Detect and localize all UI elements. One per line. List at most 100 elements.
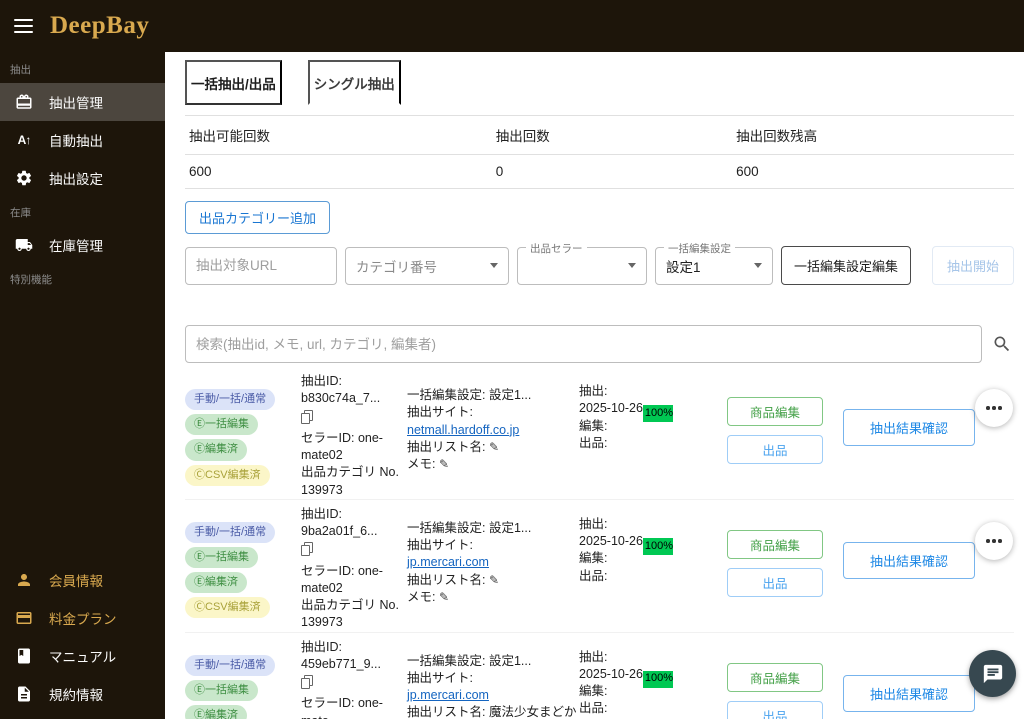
row-action-cell: 商品編集 出品 <box>727 633 823 719</box>
memo-label: メモ: <box>407 457 436 471</box>
edit-memo-icon[interactable]: ✎ <box>439 457 449 471</box>
sidebar-section-inventory: 在庫 <box>10 207 31 219</box>
sidebar-item-auto-extract[interactable]: A↑ 自動抽出 <box>0 121 165 159</box>
credit-card-icon <box>14 608 34 628</box>
list-name-label: 抽出リスト名: <box>407 705 486 719</box>
extract-site-link[interactable]: netmall.hardoff.co.jp <box>407 423 519 437</box>
status-badge: Ⓔ編集済 <box>185 704 247 719</box>
sidebar-item-label: 自動抽出 <box>49 134 103 149</box>
edit-date-label: 編集: <box>579 684 608 698</box>
search-icon[interactable] <box>990 332 1014 356</box>
row-detail-cell: 一括編集設定: 設定1... 抽出サイト: jp.mercari.com 抽出リ… <box>407 633 579 719</box>
seller-select[interactable]: 出品セラー <box>517 240 647 285</box>
result-confirm-button[interactable]: 抽出結果確認 <box>843 541 975 579</box>
row-confirm-cell: 抽出結果確認 <box>843 500 975 632</box>
product-edit-button[interactable]: 商品編集 <box>727 662 823 692</box>
sidebar-item-terms[interactable]: 規約情報 <box>0 675 165 713</box>
tab-bar: 一括抽出/出品 シングル抽出 <box>185 60 1014 105</box>
add-category-button[interactable]: 出品カテゴリー追加 <box>185 201 331 234</box>
sidebar-item-member-info[interactable]: 会員情報 <box>0 561 165 599</box>
extract-site-link[interactable]: jp.mercari.com <box>407 555 489 569</box>
giftcard-icon <box>14 92 34 112</box>
sidebar-item-label: 規約情報 <box>49 688 103 703</box>
copy-icon[interactable] <box>301 542 313 557</box>
row-more-cell <box>975 500 1024 632</box>
row-badges: 手動/一括/通常 Ⓔ一括編集 Ⓔ編集済 ⒸCSV編集済 <box>185 500 301 632</box>
edit-list-name-icon[interactable]: ✎ <box>489 573 499 587</box>
row-more-cell <box>975 367 1024 499</box>
chat-fab-button[interactable] <box>969 650 1016 697</box>
tab-single-extract[interactable]: シングル抽出 <box>307 60 401 105</box>
status-badge: Ⓔ一括編集 <box>185 679 258 701</box>
publish-button[interactable]: 出品 <box>727 567 823 597</box>
chevron-down-icon <box>628 263 636 268</box>
category-select-value: カテゴリ番号 <box>356 259 437 275</box>
sidebar-item-extract-manage[interactable]: 抽出管理 <box>0 83 165 121</box>
batch-setting-text: 一括編集設定: 設定1... <box>407 653 532 668</box>
copy-icon[interactable] <box>301 409 313 424</box>
batch-select-value: 設定1 <box>666 259 701 275</box>
row-progress-cell: 100% <box>643 367 699 499</box>
sidebar-item-label: マニュアル <box>49 650 117 665</box>
tab-batch-extract[interactable]: 一括抽出/出品 <box>185 60 282 105</box>
extract-date-label: 抽出: <box>579 649 608 664</box>
row-id-cell: 抽出ID: 9ba2a01f_6... セラーID: one-mate02 出品… <box>301 500 407 632</box>
sidebar-item-extract-settings[interactable]: 抽出設定 <box>0 159 165 197</box>
extract-date-value: 2025-10-26 <box>579 666 643 681</box>
extract-url-input[interactable] <box>185 246 337 285</box>
person-icon <box>14 570 34 590</box>
edit-date-label: 編集: <box>579 551 608 566</box>
status-badge: Ⓔ一括編集 <box>185 546 258 569</box>
row-badges: 手動/一括/通常 Ⓔ一括編集 Ⓔ編集済 ⒸCSV編集済 <box>185 367 301 499</box>
search-input[interactable] <box>185 325 982 363</box>
publish-button[interactable]: 出品 <box>727 700 823 719</box>
product-edit-button[interactable]: 商品編集 <box>727 397 823 426</box>
row-date-cell: 抽出: 2025-10-26 編集: 出品: <box>579 633 643 719</box>
more-menu-button[interactable] <box>975 389 1013 427</box>
batch-edit-setting-select[interactable]: 一括編集設定 設定1 <box>655 240 773 285</box>
start-extraction-button[interactable]: 抽出開始 <box>931 246 1014 285</box>
row-detail-cell: 一括編集設定: 設定1... 抽出サイト: jp.mercari.com 抽出リ… <box>407 500 579 632</box>
category-number-select[interactable]: カテゴリ番号 <box>345 246 509 285</box>
row-action-cell: 商品編集 出品 <box>727 500 823 632</box>
sidebar-item-inventory-manage[interactable]: 在庫管理 <box>0 226 165 264</box>
publish-button[interactable]: 出品 <box>727 435 823 464</box>
extract-id-label: 抽出ID: <box>301 506 342 521</box>
chevron-down-icon <box>754 263 762 268</box>
menu-icon[interactable] <box>0 0 46 52</box>
sidebar-section-extract: 抽出 <box>10 64 31 76</box>
row-id-cell: 抽出ID: b830c74a_7... セラーID: one-mate02 出品… <box>301 367 407 499</box>
row-confirm-cell: 抽出結果確認 <box>843 367 975 499</box>
seller-id: セラーID: one-mate02 <box>301 563 383 595</box>
search-bar <box>185 325 1014 363</box>
auto-extract-icon: A↑ <box>17 133 32 147</box>
row-date-cell: 抽出: 2025-10-26 編集: 出品: <box>579 367 643 499</box>
seller-id: セラーID: one-mate02 <box>301 430 383 462</box>
publish-date-label: 出品: <box>579 435 608 450</box>
extraction-row: 手動/一括/通常 Ⓔ一括編集 Ⓔ編集済 ⒸCSV編集済 抽出ID: b830c7… <box>185 367 1014 500</box>
batch-setting-text: 一括編集設定: 設定1... <box>407 388 532 402</box>
row-progress-cell: 100% <box>643 500 699 632</box>
listing-category: 出品カテゴリ No. 139973 <box>301 465 399 497</box>
result-confirm-button[interactable]: 抽出結果確認 <box>843 409 975 446</box>
stat-value-available: 600 <box>185 154 492 189</box>
batch-edit-settings-button[interactable]: 一括編集設定編集 <box>781 246 912 285</box>
result-confirm-button[interactable]: 抽出結果確認 <box>843 674 975 712</box>
sidebar-item-price-plan[interactable]: 料金プラン <box>0 599 165 637</box>
stat-header-available: 抽出可能回数 <box>185 115 492 155</box>
edit-list-name-icon[interactable]: ✎ <box>489 440 499 454</box>
product-edit-button[interactable]: 商品編集 <box>727 529 823 559</box>
row-progress-cell: 100% <box>643 633 699 719</box>
sidebar: 抽出 抽出管理 A↑ 自動抽出 抽出設定 在庫 在庫管理 特別機能 会員情報 料… <box>0 52 165 719</box>
inventory-icon <box>14 235 34 255</box>
document-icon <box>14 684 34 704</box>
extract-date-value: 2025-10-26 <box>579 401 643 416</box>
sidebar-item-manual[interactable]: マニュアル <box>0 637 165 675</box>
progress-value: 100% <box>643 670 673 688</box>
edit-memo-icon[interactable]: ✎ <box>439 590 449 604</box>
status-badge: 手動/一括/通常 <box>185 521 276 543</box>
extract-site-link[interactable]: jp.mercari.com <box>407 688 489 702</box>
copy-icon[interactable] <box>301 675 313 689</box>
more-menu-button[interactable] <box>975 521 1013 560</box>
stat-header-balance: 抽出回数残高 <box>732 115 1014 155</box>
